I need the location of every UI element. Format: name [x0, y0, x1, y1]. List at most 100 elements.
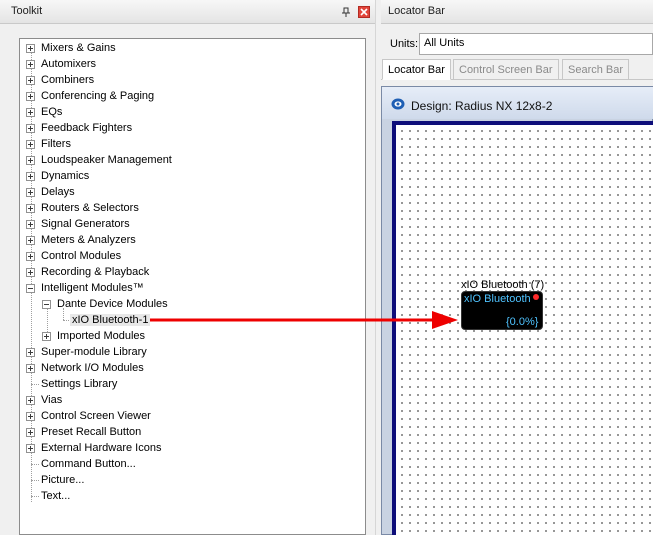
block-value: {0.0%}	[506, 316, 539, 328]
collapse-icon[interactable]	[26, 284, 35, 293]
tree-item[interactable]: Filters	[41, 136, 71, 152]
tree-item-label: External Hardware Icons	[41, 442, 162, 454]
tree-item-label: Delays	[41, 186, 75, 198]
tree-item[interactable]: xIO Bluetooth-1	[70, 312, 151, 328]
tree-connector	[31, 480, 39, 481]
expand-icon[interactable]	[26, 252, 35, 261]
tree-item-label: Network I/O Modules	[41, 362, 144, 374]
expand-icon[interactable]	[26, 220, 35, 229]
collapse-icon[interactable]	[42, 300, 51, 309]
tree-item[interactable]: Dante Device Modules	[57, 296, 168, 312]
block-name: xIO Bluetooth	[464, 293, 531, 305]
design-window-icon	[391, 98, 405, 110]
tree-item-label: Picture...	[41, 474, 85, 486]
tree-item[interactable]: Loudspeaker Management	[41, 152, 172, 168]
expand-icon[interactable]	[26, 428, 35, 437]
block-caption: xIO Bluetooth (7)	[461, 279, 545, 291]
expand-icon[interactable]	[26, 108, 35, 117]
tree-item-label: Recording & Playback	[41, 266, 150, 278]
tree-item-label: Control Modules	[41, 250, 122, 262]
tree-item[interactable]: Feedback Fighters	[41, 120, 132, 136]
tree-item-label: Conferencing & Paging	[41, 90, 155, 102]
tree-item[interactable]: External Hardware Icons	[41, 440, 161, 456]
tree-item-label: Control Screen Viewer	[41, 410, 151, 422]
pin-icon[interactable]	[341, 7, 351, 17]
tree-item[interactable]: Automixers	[41, 56, 96, 72]
tree-item[interactable]: Imported Modules	[57, 328, 145, 344]
tree-item-label: EQs	[41, 106, 63, 118]
expand-icon[interactable]	[26, 268, 35, 277]
tree-connector	[31, 496, 39, 497]
tree-item[interactable]: Control Screen Viewer	[41, 408, 151, 424]
tree-item[interactable]: Recording & Playback	[41, 264, 149, 280]
tree-item[interactable]: Vias	[41, 392, 62, 408]
status-led-icon	[533, 294, 539, 300]
toolkit-title: Toolkit	[11, 5, 43, 17]
expand-icon[interactable]	[26, 140, 35, 149]
tree-item[interactable]: Preset Recall Button	[41, 424, 141, 440]
tree-item-label: xIO Bluetooth-1	[70, 314, 151, 326]
units-label: Units:	[390, 38, 419, 50]
tree-item[interactable]: Dynamics	[41, 168, 89, 184]
tree-item-label: Feedback Fighters	[41, 122, 133, 134]
drag-arrow-icon	[150, 311, 458, 329]
tree-item-label: Preset Recall Button	[41, 426, 142, 438]
tab-locator-bar[interactable]: Locator Bar	[382, 59, 451, 80]
expand-icon[interactable]	[26, 348, 35, 357]
expand-icon[interactable]	[26, 92, 35, 101]
tree-item[interactable]: Text...	[41, 488, 70, 504]
tree-item[interactable]: Intelligent Modules™	[41, 280, 144, 296]
tree-item-label: Command Button...	[41, 458, 136, 470]
tree-item[interactable]: Command Button...	[41, 456, 136, 472]
expand-icon[interactable]	[26, 364, 35, 373]
tree-item[interactable]: EQs	[41, 104, 62, 120]
tree-item-label: Automixers	[41, 58, 97, 70]
expand-icon[interactable]	[26, 204, 35, 213]
tree-item[interactable]: Delays	[41, 184, 75, 200]
expand-icon[interactable]	[26, 396, 35, 405]
expand-icon[interactable]	[26, 172, 35, 181]
expand-icon[interactable]	[26, 444, 35, 453]
expand-icon[interactable]	[26, 44, 35, 53]
expand-icon[interactable]	[26, 188, 35, 197]
tab-search-bar[interactable]: Search Bar	[562, 59, 630, 80]
tree-item-label: Loudspeaker Management	[41, 154, 172, 166]
close-icon	[360, 8, 368, 16]
tree-item[interactable]: Signal Generators	[41, 216, 130, 232]
tree-item[interactable]: Combiners	[41, 72, 94, 88]
tree-item-label: Text...	[41, 490, 71, 502]
expand-icon[interactable]	[26, 76, 35, 85]
tree-item[interactable]: Network I/O Modules	[41, 360, 144, 376]
tree-item-label: Combiners	[41, 74, 95, 86]
units-select[interactable]: All Units	[419, 33, 653, 55]
tree-connector	[31, 464, 39, 465]
tree-item-label: Routers & Selectors	[41, 202, 139, 214]
tree-item[interactable]: Settings Library	[41, 376, 117, 392]
tree-item-label: Dynamics	[41, 170, 90, 182]
tree-item[interactable]: Picture...	[41, 472, 84, 488]
tree-item-label: Dante Device Modules	[57, 298, 168, 310]
tree-item[interactable]: Meters & Analyzers	[41, 232, 136, 248]
expand-icon[interactable]	[26, 60, 35, 69]
expand-icon[interactable]	[26, 124, 35, 133]
tree-item-label: Meters & Analyzers	[41, 234, 136, 246]
tree-item-label: Intelligent Modules™	[41, 282, 144, 294]
expand-icon[interactable]	[26, 156, 35, 165]
expand-icon[interactable]	[26, 236, 35, 245]
tree-item-label: Filters	[41, 138, 71, 150]
tab-control-screen-bar[interactable]: Control Screen Bar	[453, 59, 559, 80]
tree-item[interactable]: Super-module Library	[41, 344, 147, 360]
close-button[interactable]	[358, 6, 370, 18]
tree-item[interactable]: Mixers & Gains	[41, 40, 116, 56]
tree-item[interactable]: Routers & Selectors	[41, 200, 139, 216]
tree-item[interactable]: Control Modules	[41, 248, 121, 264]
tree-item-label: Signal Generators	[41, 218, 130, 230]
toolkit-header	[0, 0, 375, 24]
tree-item-label: Settings Library	[41, 378, 118, 390]
expand-icon[interactable]	[26, 412, 35, 421]
tree-item[interactable]: Conferencing & Paging	[41, 88, 154, 104]
expand-icon[interactable]	[42, 332, 51, 341]
tree-item-label: Mixers & Gains	[41, 42, 116, 54]
tree-item-label: Vias	[41, 394, 63, 406]
tree-item-label: Super-module Library	[41, 346, 147, 358]
